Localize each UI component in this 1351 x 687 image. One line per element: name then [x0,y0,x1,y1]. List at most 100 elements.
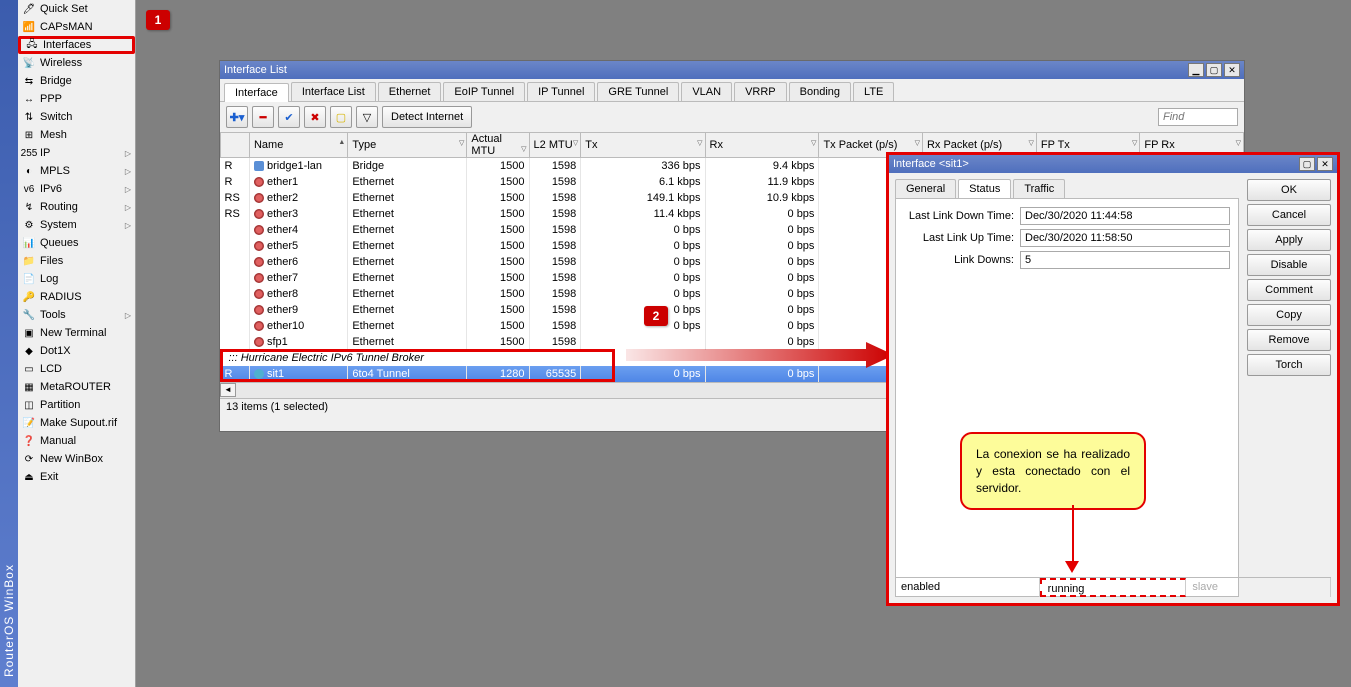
tab-gre-tunnel[interactable]: GRE Tunnel [597,82,679,101]
remove-button[interactable]: ━ [252,106,274,128]
menu-icon: ▣ [22,326,36,340]
menu-icon: 📄 [22,272,36,286]
window-titlebar[interactable]: Interface <sit1> ▢ ✕ [889,155,1337,173]
maximize-button[interactable]: ▢ [1206,63,1222,77]
tab-interface[interactable]: Interface [224,83,289,102]
column-header[interactable]: Tx▽ [581,133,705,158]
menu-icon: 🔧 [22,308,36,322]
tab-ethernet[interactable]: Ethernet [378,82,442,101]
menu-item-files[interactable]: 📁Files [18,252,135,270]
menu-item-manual[interactable]: ❓Manual [18,432,135,450]
copy-button[interactable]: Copy [1247,304,1331,326]
menu-item-queues[interactable]: 📊Queues [18,234,135,252]
apply-button[interactable]: Apply [1247,229,1331,251]
menu-label: Quick Set [40,3,88,15]
comment-button[interactable]: Comment [1247,279,1331,301]
menu-label: New Terminal [40,327,106,339]
tab-interface-list[interactable]: Interface List [291,82,376,101]
column-header[interactable]: Name▲ [249,133,347,158]
menu-item-tools[interactable]: 🔧Tools▷ [18,306,135,324]
menu-label: Make Supout.rif [40,417,117,429]
ok-button[interactable]: OK [1247,179,1331,201]
menu-item-radius[interactable]: 🔑RADIUS [18,288,135,306]
submenu-arrow-icon: ▷ [125,167,131,176]
tab-vlan[interactable]: VLAN [681,82,732,101]
comment-button[interactable]: ▢ [330,106,352,128]
menu-item-mesh[interactable]: ⊞Mesh [18,126,135,144]
toolbar: ✚▾ ━ ✔ ✖ ▢ ▽ Detect Internet [220,102,1244,133]
menu-item-partition[interactable]: ◫Partition [18,396,135,414]
menu-item-make-supout.rif[interactable]: 📝Make Supout.rif [18,414,135,432]
column-header[interactable]: Actual MTU▽ [467,133,529,158]
menu-item-lcd[interactable]: ▭LCD [18,360,135,378]
detail-status-bar: enabled running slave [895,577,1331,597]
cancel-button[interactable]: Cancel [1247,204,1331,226]
tab-vrrp[interactable]: VRRP [734,82,787,101]
menu-item-ip[interactable]: 255IP▷ [18,144,135,162]
menu-item-quick-set[interactable]: 🖊 Quick Set [18,0,135,18]
menu-label: Files [40,255,63,267]
window-titlebar[interactable]: Interface List ▁ ▢ ✕ [220,61,1244,79]
filter-button[interactable]: ▽ [356,106,378,128]
menu-label: Wireless [40,57,82,69]
menu-icon: 🖊 [22,2,36,16]
tab-ip-tunnel[interactable]: IP Tunnel [527,82,595,101]
menu-item-ppp[interactable]: ↔PPP [18,90,135,108]
column-header[interactable] [221,133,250,158]
menu-item-exit[interactable]: ⏏Exit [18,468,135,486]
menu-icon: ▦ [22,380,36,394]
menu-item-switch[interactable]: ⇅Switch [18,108,135,126]
tab-eoip-tunnel[interactable]: EoIP Tunnel [443,82,525,101]
window-title: Interface List [224,64,1186,76]
detail-tab-traffic[interactable]: Traffic [1013,179,1065,198]
add-button[interactable]: ✚▾ [226,106,248,128]
remove-button[interactable]: Remove [1247,329,1331,351]
scroll-left-button[interactable]: ◄ [220,383,236,397]
column-header[interactable]: Type▽ [348,133,467,158]
menu-icon: ↯ [22,200,36,214]
callout-2: 2 [644,306,668,326]
menu-item-bridge[interactable]: ⇆Bridge [18,72,135,90]
disable-button[interactable]: Disable [1247,254,1331,276]
find-input[interactable] [1158,108,1238,126]
disable-button[interactable]: ✖ [304,106,326,128]
menu-item-system[interactable]: ⚙System▷ [18,216,135,234]
close-button[interactable]: ✕ [1317,157,1333,171]
maximize-button[interactable]: ▢ [1299,157,1315,171]
submenu-arrow-icon: ▷ [125,221,131,230]
menu-icon: ◐ [22,164,36,178]
menu-icon: ▭ [22,362,36,376]
submenu-arrow-icon: ▷ [125,311,131,320]
tab-lte[interactable]: LTE [853,82,894,101]
menu-item-ipv6[interactable]: v6IPv6▷ [18,180,135,198]
menu-label: Log [40,273,58,285]
menu-item-mpls[interactable]: ◐MPLS▷ [18,162,135,180]
menu-item-interfaces[interactable]: 🖧Interfaces [18,36,135,54]
tab-bonding[interactable]: Bonding [789,82,851,101]
enable-button[interactable]: ✔ [278,106,300,128]
menu-item-new-winbox[interactable]: ⟳New WinBox [18,450,135,468]
menu-item-new-terminal[interactable]: ▣ New Terminal [18,324,135,342]
close-button[interactable]: ✕ [1224,63,1240,77]
column-header[interactable]: L2 MTU▽ [529,133,581,158]
callout-1: 1 [146,10,170,30]
menu-item-log[interactable]: 📄 Log [18,270,135,288]
menu-item-wireless[interactable]: 📡Wireless [18,54,135,72]
detail-tab-general[interactable]: General [895,179,956,198]
detect-internet-button[interactable]: Detect Internet [382,106,472,128]
menu-item-capsman[interactable]: 📶CAPsMAN [18,18,135,36]
torch-button[interactable]: Torch [1247,354,1331,376]
minimize-button[interactable]: ▁ [1188,63,1204,77]
menu-item-routing[interactable]: ↯Routing▷ [18,198,135,216]
menu-icon: ⏏ [22,470,36,484]
menu-label: Dot1X [40,345,71,357]
menu-label: Partition [40,399,80,411]
detail-tabs: GeneralStatusTraffic [895,179,1239,198]
detail-tab-status[interactable]: Status [958,179,1011,198]
menu-icon: ◆ [22,344,36,358]
menu-item-dot1x[interactable]: ◆ Dot1X [18,342,135,360]
app-title: RouterOS WinBox [2,564,16,677]
column-header[interactable]: Rx▽ [705,133,819,158]
menu-item-metarouter[interactable]: ▦MetaROUTER [18,378,135,396]
menu-label: Mesh [40,129,67,141]
